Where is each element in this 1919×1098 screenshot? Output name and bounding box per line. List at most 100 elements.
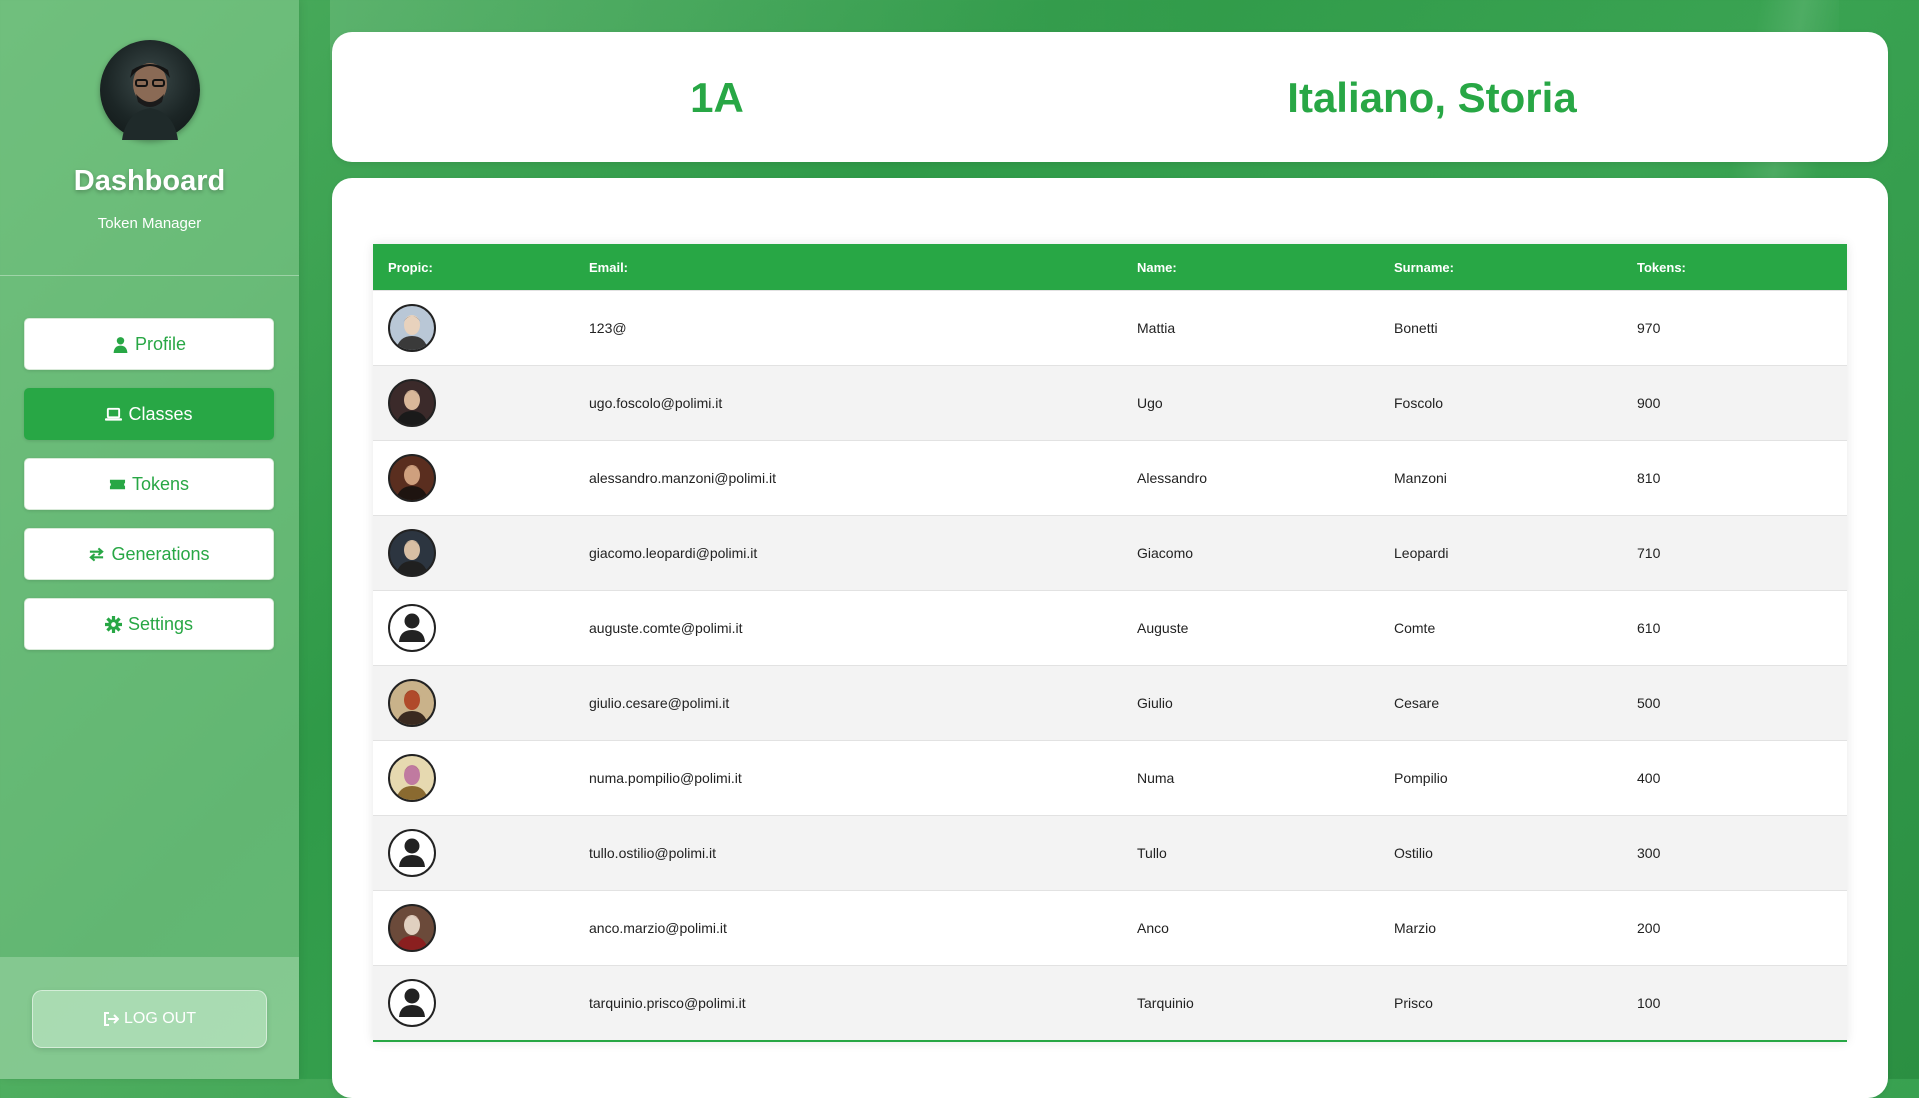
class-subjects: Italiano, Storia [1287,74,1577,121]
nav-profile-label: Profile [134,333,187,354]
surname-cell: Ostilio [1379,815,1622,891]
exchange-icon [89,547,105,561]
surname-cell: Bonetti [1379,290,1622,366]
surname-cell: Manzoni [1379,440,1622,516]
header-propic[interactable]: Propic: [373,244,574,291]
email-cell: tarquinio.prisco@polimi.it [574,965,1122,1041]
propic-cell [373,890,574,966]
tokens-cell: 300 [1622,815,1847,891]
tokens-cell: 610 [1622,590,1847,666]
nav-classes-label: Classes [128,403,193,424]
surname-cell: Pompilio [1379,740,1622,816]
propic-cell [373,365,574,441]
header-surname[interactable]: Surname: [1379,244,1622,291]
name-cell: Alessandro [1122,440,1379,516]
sidebar-footer: LOG OUT [0,957,299,1079]
email-cell: giacomo.leopardi@polimi.it [574,515,1122,591]
tokens-cell: 710 [1622,515,1847,591]
user-avatar[interactable] [100,40,200,140]
dashboard-title: Dashboard [73,165,226,197]
surname-cell: Marzio [1379,890,1622,966]
sign-out-icon [103,1012,119,1026]
student-avatar[interactable] [388,379,436,427]
student-avatar[interactable] [388,679,436,727]
table-row[interactable]: ugo.foscolo@polimi.it Ugo Foscolo 900 [373,365,1847,441]
tokens-cell: 400 [1622,740,1847,816]
nav-tokens-label: Tokens [131,473,190,494]
default-avatar-icon[interactable] [388,829,436,877]
ticket-icon [109,479,126,489]
student-avatar[interactable] [388,304,436,352]
table-row[interactable]: tullo.ostilio@polimi.it Tullo Ostilio 300 [373,815,1847,891]
email-cell: giulio.cesare@polimi.it [574,665,1122,741]
students-table: Propic: Email: Name: Surname: Tokens: 12… [373,244,1847,1042]
table-row[interactable]: tarquinio.prisco@polimi.it Tarquinio Prisc… [373,965,1847,1041]
table-row[interactable]: numa.pompilio@polimi.it Numa Pompilio 400 [373,740,1847,816]
tokens-cell: 200 [1622,890,1847,966]
default-avatar-icon[interactable] [388,979,436,1027]
nav-settings-button[interactable]: Settings [24,598,274,650]
propic-cell [373,740,574,816]
name-cell: Tarquinio [1122,965,1379,1041]
nav-profile-button[interactable]: Profile [24,318,274,370]
surname-cell: Foscolo [1379,365,1622,441]
table-row[interactable]: 123@ Mattia Bonetti 970 [373,290,1847,366]
surname-cell: Prisco [1379,965,1622,1041]
name-cell: Giacomo [1122,515,1379,591]
tokens-cell: 970 [1622,290,1847,366]
tokens-cell: 500 [1622,665,1847,741]
nav-generations-button[interactable]: Generations [24,528,274,580]
email-cell: 123@ [574,290,1122,366]
nav-generations-label: Generations [111,543,210,564]
nav-settings-label: Settings [127,613,194,634]
email-cell: tullo.ostilio@polimi.it [574,815,1122,891]
email-cell: anco.marzio@polimi.it [574,890,1122,966]
students-card: Propic: Email: Name: Surname: Tokens: 12… [332,178,1888,1098]
table-row[interactable]: auguste.comte@polimi.it Auguste Comte 610 [373,590,1847,666]
propic-cell [373,665,574,741]
surname-cell: Cesare [1379,665,1622,741]
sidebar: Dashboard Token Manager Profile Classes … [0,0,299,1079]
laptop-icon [105,407,123,421]
student-avatar[interactable] [388,754,436,802]
logout-label: LOG OUT [123,1010,196,1027]
email-cell: auguste.comte@polimi.it [574,590,1122,666]
class-name: 1A [690,74,744,121]
name-cell: Ugo [1122,365,1379,441]
student-avatar[interactable] [388,529,436,577]
tokens-cell: 100 [1622,965,1847,1041]
table-row[interactable]: giulio.cesare@polimi.it Giulio Cesare 500 [373,665,1847,741]
name-cell: Mattia [1122,290,1379,366]
propic-cell [373,290,574,366]
propic-cell [373,965,574,1041]
nav-tokens-button[interactable]: Tokens [24,458,274,510]
header-name[interactable]: Name: [1122,244,1379,291]
student-avatar[interactable] [388,904,436,952]
propic-cell [373,515,574,591]
name-cell: Anco [1122,890,1379,966]
header-tokens[interactable]: Tokens: [1622,244,1847,291]
surname-cell: Comte [1379,590,1622,666]
table-row[interactable]: alessandro.manzoni@polimi.it Alessandro Ma… [373,440,1847,516]
tokens-cell: 900 [1622,365,1847,441]
user-icon [113,336,128,353]
student-avatar[interactable] [388,454,436,502]
propic-cell [373,440,574,516]
email-cell: numa.pompilio@polimi.it [574,740,1122,816]
logout-button[interactable]: LOG OUT [32,990,267,1048]
name-cell: Tullo [1122,815,1379,891]
default-avatar-icon[interactable] [388,604,436,652]
nav-classes-button[interactable]: Classes [24,388,274,440]
name-cell: Numa [1122,740,1379,816]
sidebar-header: Dashboard Token Manager [0,0,299,276]
name-cell: Giulio [1122,665,1379,741]
class-header-card: 1A Italiano, Storia [332,32,1888,162]
table-row[interactable]: giacomo.leopardi@polimi.it Giacomo Leopard… [373,515,1847,591]
header-email[interactable]: Email: [574,244,1122,291]
propic-cell [373,590,574,666]
email-cell: alessandro.manzoni@polimi.it [574,440,1122,516]
gear-icon [104,615,122,633]
email-cell: ugo.foscolo@polimi.it [574,365,1122,441]
name-cell: Auguste [1122,590,1379,666]
table-row[interactable]: anco.marzio@polimi.it Anco Marzio 200 [373,890,1847,966]
